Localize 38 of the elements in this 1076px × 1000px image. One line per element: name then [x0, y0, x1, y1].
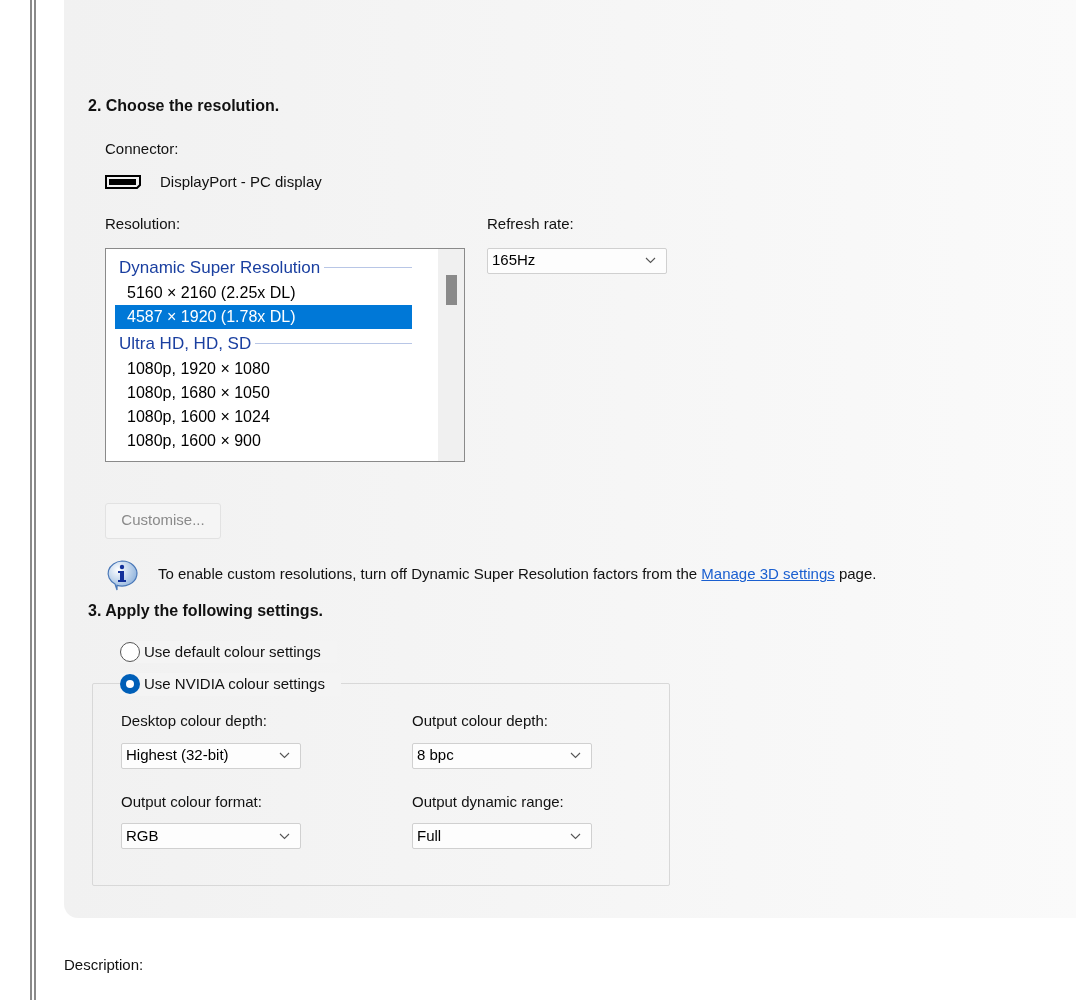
refresh-rate-label: Refresh rate:: [487, 214, 575, 234]
list-group-header: Ultra HD, HD, SD: [118, 332, 252, 355]
resolution-item[interactable]: 1080p, 1600 × 900: [115, 428, 412, 453]
resolution-list[interactable]: Dynamic Super Resolution 5160 × 2160 (2.25x DL) 4587 × 1920 (1.78x DL) Ultra HD, HD, SD 1080p, 1920 × 1080 1080p, 1680 × 1050 1080p, 1600 × 1024 1080p, 1600 × 900: [105, 247, 465, 462]
chevron-down-icon: [645, 257, 656, 264]
resolution-item[interactable]: 1080p, 1600 × 1024: [115, 404, 412, 429]
dropdown[interactable]: RGB: [121, 823, 301, 849]
manage-3d-settings-link[interactable]: Manage 3D settings: [701, 565, 835, 583]
section-heading: 2. Choose the resolution.: [88, 96, 281, 116]
chevron-down-icon: [570, 752, 581, 759]
info-message: To enable custom resolutions, turn off Dynamic Super Resolution factors from the Manage 3D settings page.: [158, 564, 877, 585]
section-heading: 3. Apply the following settings.: [88, 600, 324, 621]
connector-value: DisplayPort - PC display: [160, 171, 322, 192]
resolution-item[interactable]: 4587 × 1920 (1.78x DL): [115, 304, 412, 329]
dropdown-label: Desktop colour depth:: [121, 711, 268, 731]
chevron-down-icon: [279, 752, 290, 759]
dropdown[interactable]: 165Hz: [487, 247, 667, 274]
resolution-item[interactable]: 5160 × 2160 (2.25x DL): [115, 280, 412, 305]
chevron-down-icon: [279, 832, 290, 840]
dropdown-label: Output colour format:: [121, 791, 263, 812]
scrollbar[interactable]: [438, 248, 464, 461]
list-group-header: Dynamic Super Resolution: [118, 256, 321, 279]
radio-button[interactable]: [120, 641, 140, 662]
connector-label: Connector:: [105, 139, 180, 159]
dropdown[interactable]: Full: [412, 823, 592, 849]
displayport-connector-icon: [105, 174, 141, 189]
resolution-item[interactable]: 1080p, 1920 × 1080: [115, 356, 412, 381]
radio-option[interactable]: Use NVIDIA colour settings: [120, 673, 341, 696]
dropdown[interactable]: Highest (32-bit): [121, 742, 301, 769]
description-label: Description:: [64, 955, 145, 975]
dropdown[interactable]: 8 bpc: [412, 742, 592, 769]
dropdown-label: Output colour depth:: [412, 711, 549, 731]
dropdown-label: Output dynamic range:: [412, 791, 565, 812]
resolution-item[interactable]: 1080p, 1680 × 1050: [115, 380, 412, 405]
chevron-down-icon: [570, 832, 581, 840]
resolution-label: Resolution:: [105, 214, 182, 234]
info-icon: [105, 558, 139, 591]
radio-button[interactable]: [120, 674, 140, 695]
